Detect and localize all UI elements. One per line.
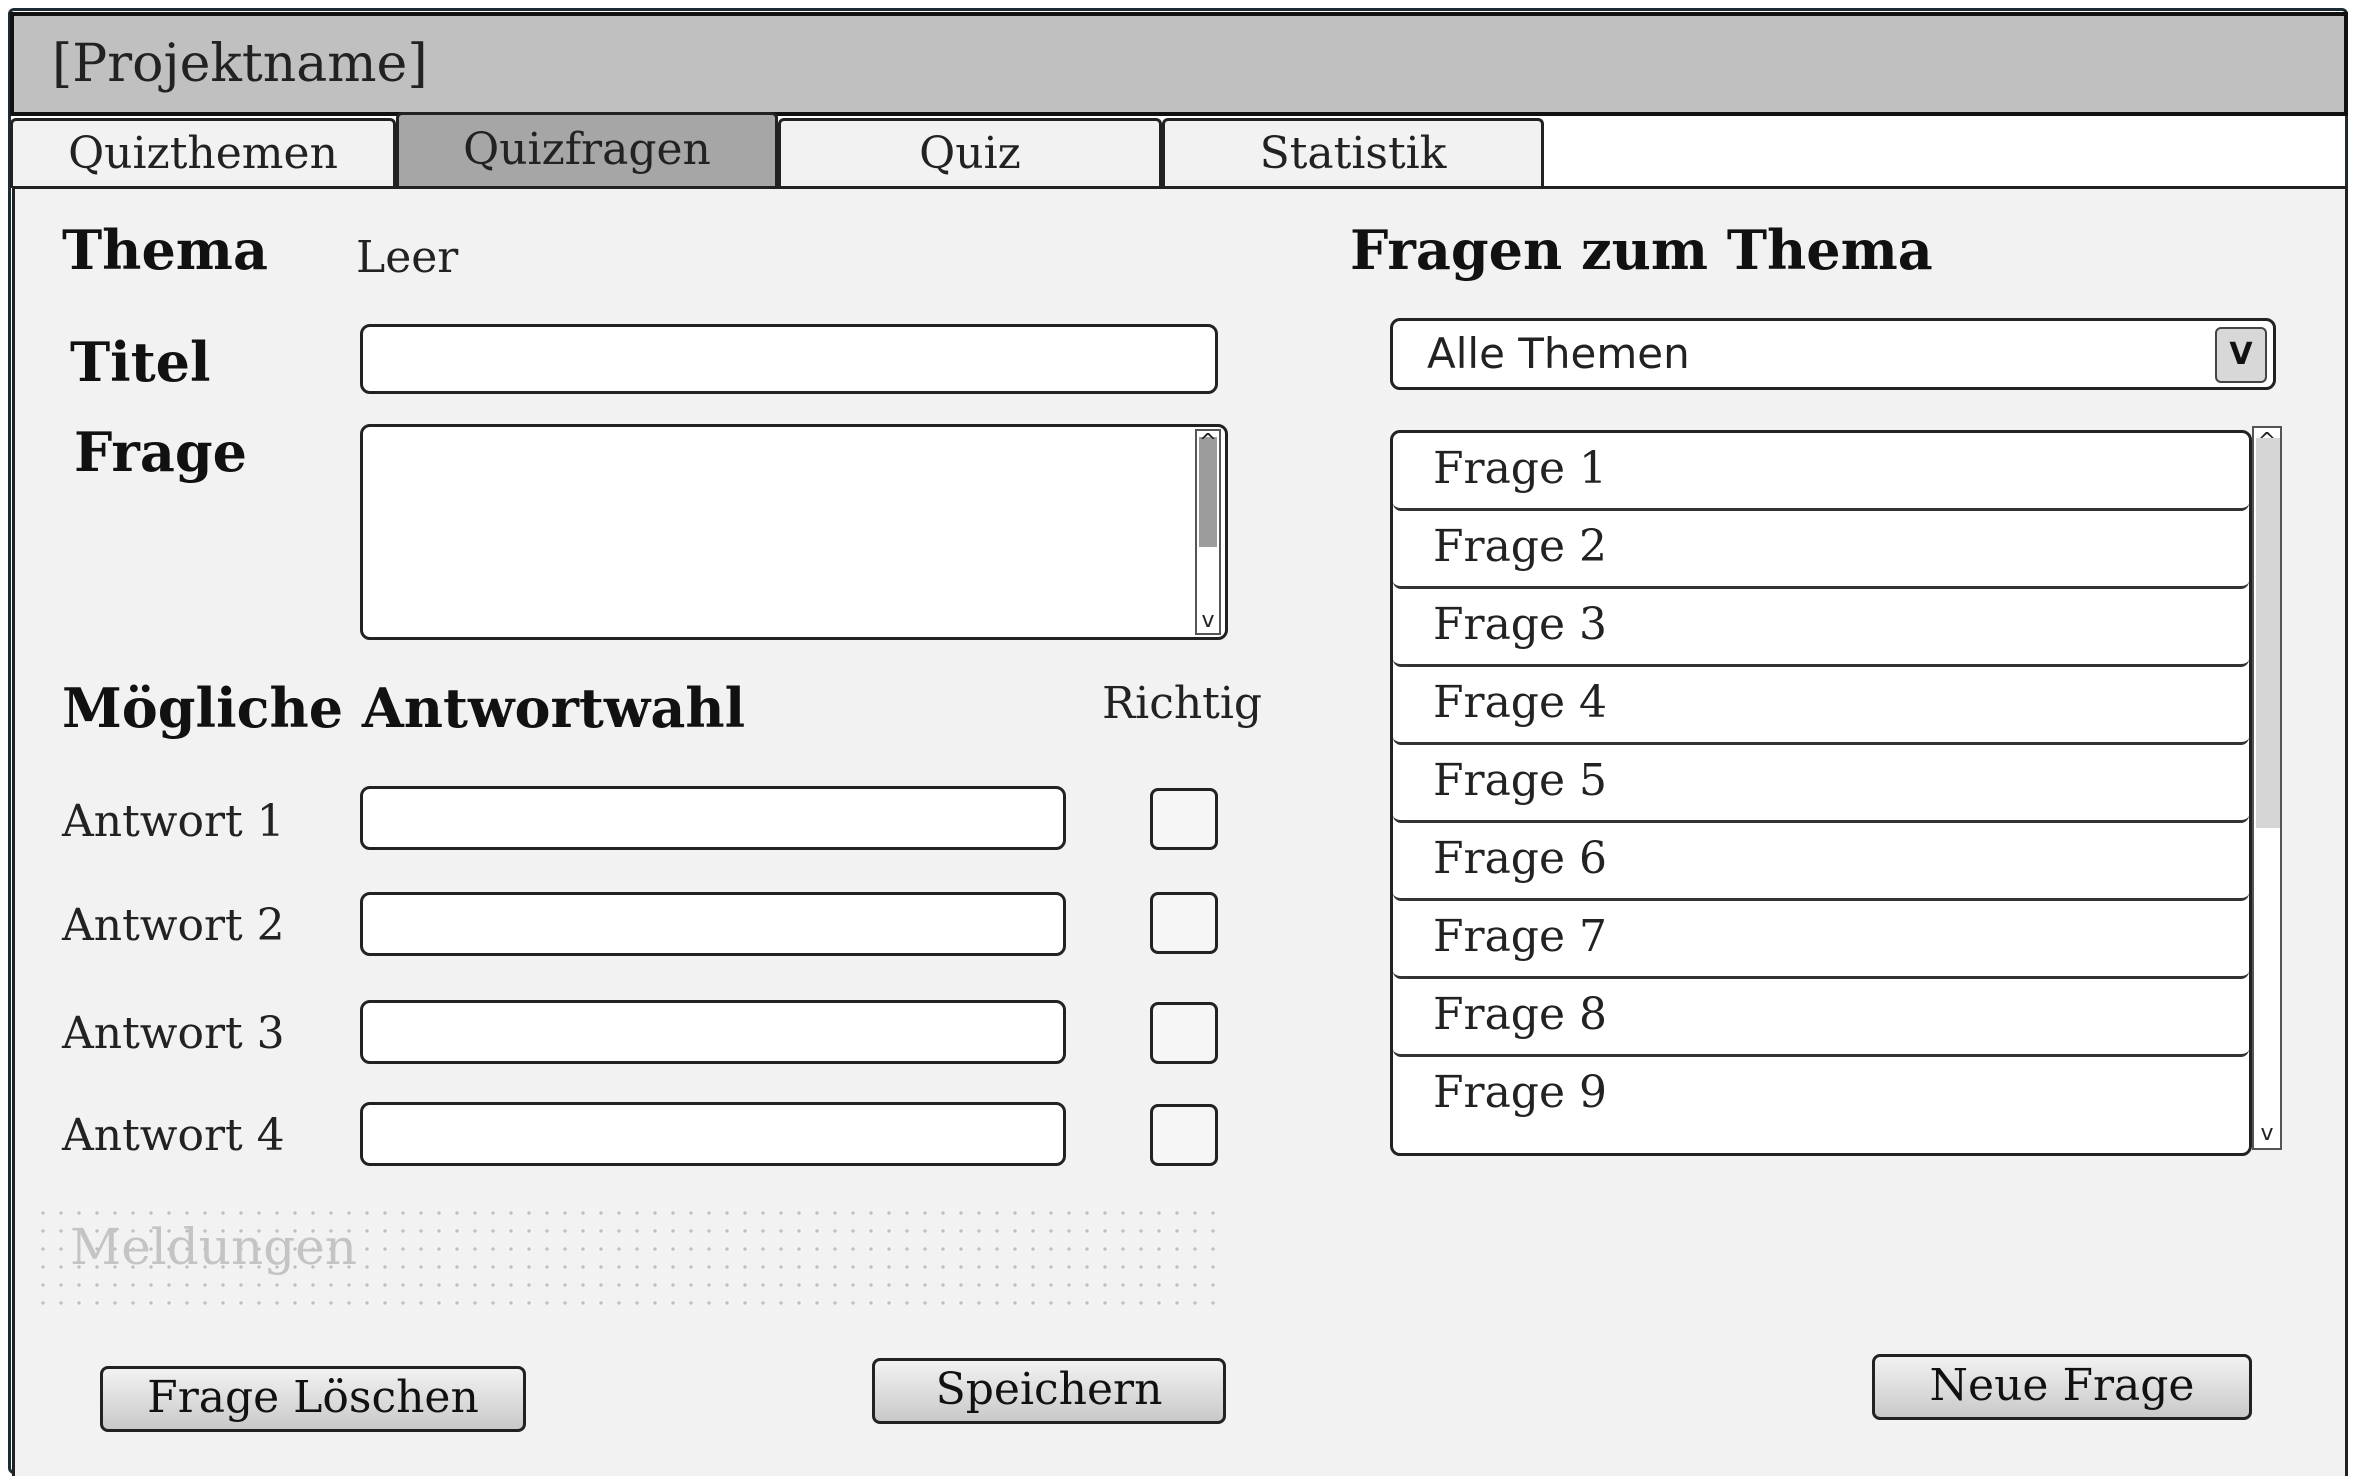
- messages-placeholder: Meldungen: [70, 1218, 357, 1276]
- chevron-down-icon[interactable]: V: [2215, 327, 2267, 383]
- questions-scroll-thumb[interactable]: [2256, 438, 2280, 828]
- tab-quiz[interactable]: Quiz: [778, 118, 1162, 188]
- scroll-down-icon[interactable]: v: [2254, 1122, 2280, 1146]
- list-item[interactable]: Frage 2: [1393, 511, 2249, 589]
- tab-quizfragen[interactable]: Quizfragen: [396, 112, 778, 188]
- topic-filter-value: Alle Themen: [1427, 329, 1690, 378]
- correct-checkbox-3[interactable]: [1150, 1002, 1218, 1064]
- thema-label: Thema: [62, 218, 268, 282]
- answer-input-2[interactable]: [360, 892, 1066, 956]
- delete-question-button[interactable]: Frage Löschen: [100, 1366, 526, 1432]
- tab-quizthemen[interactable]: Quizthemen: [10, 118, 396, 188]
- correct-checkbox-2[interactable]: [1150, 892, 1218, 954]
- list-item[interactable]: Frage 5: [1393, 745, 2249, 823]
- answer-label-1: Antwort 1: [62, 796, 285, 847]
- scroll-up-icon[interactable]: ^: [1197, 431, 1219, 455]
- answer-label-4: Antwort 4: [62, 1110, 285, 1161]
- list-item[interactable]: Frage 1: [1393, 433, 2249, 511]
- answers-heading: Mögliche Antwortwahl: [62, 676, 746, 740]
- title-bar: [Projektname]: [10, 12, 2348, 116]
- scroll-down-icon[interactable]: v: [1197, 609, 1219, 633]
- thema-value: Leer: [356, 232, 459, 283]
- answer-label-3: Antwort 3: [62, 1008, 285, 1059]
- list-item[interactable]: Frage 7: [1393, 901, 2249, 979]
- messages-area: Meldungen: [34, 1204, 1220, 1310]
- answer-label-2: Antwort 2: [62, 900, 285, 951]
- new-question-button[interactable]: Neue Frage: [1872, 1354, 2252, 1420]
- scroll-up-icon[interactable]: ^: [2254, 430, 2280, 454]
- topic-filter-dropdown[interactable]: Alle Themen V: [1390, 318, 2276, 390]
- titel-label: Titel: [70, 330, 211, 394]
- answer-input-4[interactable]: [360, 1102, 1066, 1166]
- questions-list: Frage 1 Frage 2 Frage 3 Frage 4 Frage 5 …: [1390, 430, 2252, 1156]
- frage-textarea[interactable]: ^ v: [360, 424, 1228, 640]
- correct-heading: Richtig: [1102, 678, 1263, 729]
- questions-scrollbar[interactable]: ^ v: [2252, 426, 2282, 1150]
- titel-input[interactable]: [360, 324, 1218, 394]
- tab-statistik[interactable]: Statistik: [1162, 118, 1544, 188]
- answer-input-1[interactable]: [360, 786, 1066, 850]
- list-item[interactable]: Frage 9: [1393, 1057, 2249, 1135]
- list-item[interactable]: Frage 6: [1393, 823, 2249, 901]
- correct-checkbox-1[interactable]: [1150, 788, 1218, 850]
- list-item[interactable]: Frage 3: [1393, 589, 2249, 667]
- answer-input-3[interactable]: [360, 1000, 1066, 1064]
- correct-checkbox-4[interactable]: [1150, 1104, 1218, 1166]
- questions-heading: Fragen zum Thema: [1350, 218, 1933, 282]
- save-button[interactable]: Speichern: [872, 1358, 1226, 1424]
- project-title: [Projektname]: [52, 34, 428, 94]
- frage-scrollbar[interactable]: ^ v: [1195, 429, 1221, 635]
- list-item[interactable]: Frage 4: [1393, 667, 2249, 745]
- list-item[interactable]: Frage 8: [1393, 979, 2249, 1057]
- frage-label: Frage: [74, 420, 247, 484]
